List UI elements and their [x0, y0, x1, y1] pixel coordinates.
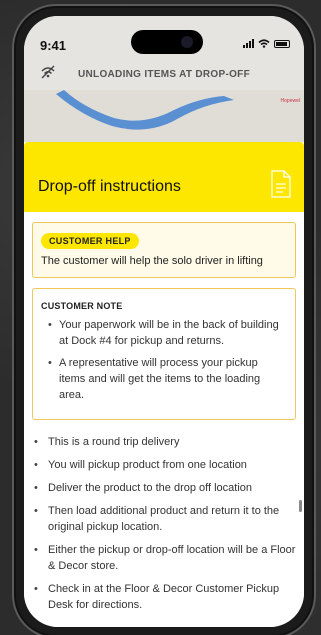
sheet-header: Drop-off instructions	[24, 142, 304, 212]
status-time: 9:41	[40, 38, 67, 53]
list-item: You will pickup product from one locatio…	[32, 457, 296, 473]
signal-icon	[243, 39, 254, 48]
instructions-list: This is a round trip delivery You will p…	[32, 434, 296, 613]
customer-note-title: CUSTOMER NOTE	[41, 301, 123, 311]
no-signal-icon[interactable]	[40, 65, 60, 83]
customer-help-badge: CUSTOMER HELP	[41, 233, 139, 249]
wifi-icon	[258, 39, 270, 48]
phone-frame: 9:41 UNLOADING ITEMS AT DROP-OFF Hopewel…	[16, 8, 312, 635]
battery-icon	[274, 39, 290, 48]
map-view[interactable]: Hopewel	[24, 90, 304, 150]
dynamic-island	[131, 30, 203, 54]
list-item: Deliver the product to the drop off loca…	[32, 480, 296, 496]
page-title: UNLOADING ITEMS AT DROP-OFF	[78, 68, 250, 80]
list-item: Check in at the Floor & Decor Customer P…	[32, 581, 296, 613]
app-header: UNLOADING ITEMS AT DROP-OFF	[24, 58, 304, 90]
screen: 9:41 UNLOADING ITEMS AT DROP-OFF Hopewel…	[24, 16, 304, 627]
status-bar: 9:41	[24, 16, 304, 58]
list-item: This is a round trip delivery	[32, 434, 296, 450]
sheet-content[interactable]: CUSTOMER HELP The customer will help the…	[24, 212, 304, 627]
document-icon	[271, 170, 291, 198]
sheet-title: Drop-off instructions	[38, 178, 181, 195]
list-item: Then load additional product and return …	[32, 503, 296, 535]
scrollbar[interactable]	[299, 500, 302, 512]
river-shape	[56, 90, 234, 130]
list-item: A representative will process your picku…	[41, 355, 287, 403]
list-item: Your paperwork will be in the back of bu…	[41, 317, 287, 349]
customer-note-card: CUSTOMER NOTE Your paperwork will be in …	[32, 288, 296, 420]
map-place-label: Hopewel	[280, 98, 300, 104]
customer-help-text: The customer will help the solo driver i…	[41, 255, 263, 267]
list-item: Either the pickup or drop-off location w…	[32, 542, 296, 574]
customer-note-list: Your paperwork will be in the back of bu…	[41, 317, 287, 403]
system-icons	[243, 39, 290, 48]
instructions-sheet: Drop-off instructions CUSTOMER HELP The …	[24, 142, 304, 627]
customer-help-card: CUSTOMER HELP The customer will help the…	[32, 222, 296, 278]
